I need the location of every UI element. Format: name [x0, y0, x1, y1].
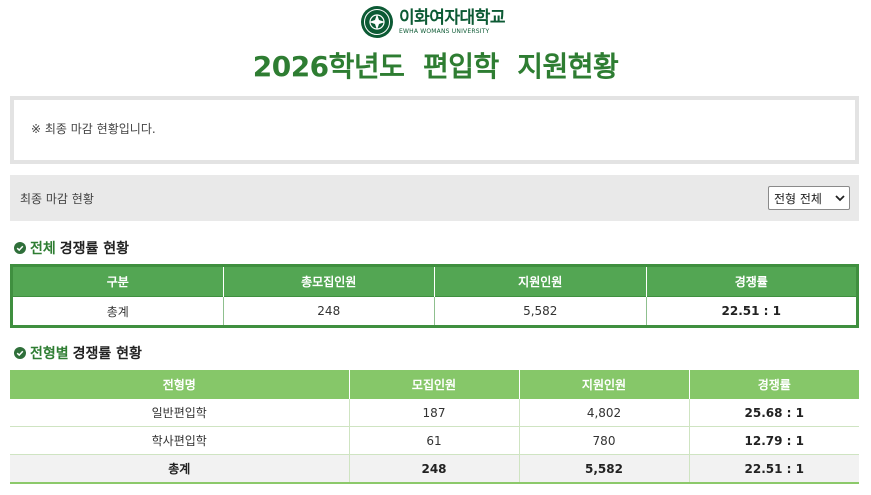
ratio-cell: 22.51 : 1	[646, 296, 858, 327]
table-row: 일반편입학 187 4,802 25.68 : 1	[10, 399, 859, 427]
page-title: 2026학년도 편입학 지원현황	[252, 50, 619, 83]
check-circle-icon	[14, 347, 26, 359]
applicants-cell: 5,582	[434, 296, 647, 327]
type-competition-table: 전형명 모집인원 지원인원 경쟁률 일반편입학 187 4,802 25.68 …	[10, 370, 859, 484]
ratio-cell: 25.68 : 1	[689, 399, 859, 427]
column-header: 모집인원	[349, 370, 520, 399]
total-quota-cell: 248	[349, 454, 520, 484]
university-logo[interactable]: 이화여자대학교 EWHA WOMANS UNIVERSITY	[360, 4, 505, 40]
chevron-down-icon	[835, 195, 845, 202]
applicants-cell: 4,802	[519, 399, 690, 427]
check-circle-icon	[14, 242, 26, 254]
quota-cell: 187	[349, 399, 520, 427]
column-header: 경쟁률	[646, 265, 858, 297]
overall-section-title: 전체 경쟁률 현황	[14, 238, 129, 258]
column-header: 구분	[11, 265, 224, 297]
select-value: 전형 전체	[774, 191, 822, 206]
column-header: 지원인원	[434, 265, 647, 297]
filter-bar: 최종 마감 현황 전형 전체	[10, 175, 859, 221]
table-header-row: 전형명 모집인원 지원인원 경쟁률	[10, 370, 859, 399]
total-name-cell: 총계	[10, 454, 350, 484]
overall-title-highlight: 전체	[30, 241, 56, 257]
logo-korean-text: 이화여자대학교	[399, 7, 505, 28]
type-section-title: 전형별 경쟁률 현황	[14, 343, 142, 363]
quota-cell: 61	[349, 426, 520, 455]
quota-cell: 248	[223, 296, 435, 327]
admission-type-select[interactable]: 전형 전체	[768, 186, 850, 210]
category-cell: 총계	[11, 296, 224, 327]
table-header-row: 구분 총모집인원 지원인원 경쟁률	[11, 265, 858, 297]
column-header: 전형명	[10, 370, 350, 399]
overall-title-rest: 경쟁률 현황	[59, 241, 130, 257]
type-title-highlight: 전형별	[30, 346, 69, 362]
type-title-rest: 경쟁률 현황	[72, 346, 142, 362]
ewha-emblem-icon	[361, 6, 393, 38]
ratio-cell: 12.79 : 1	[689, 426, 859, 455]
filter-label: 최종 마감 현황	[20, 191, 94, 206]
column-header: 지원인원	[519, 370, 690, 399]
table-row: 총계 248 5,582 22.51 : 1	[11, 296, 858, 327]
table-row: 학사편입학 61 780 12.79 : 1	[10, 426, 859, 455]
total-ratio-cell: 22.51 : 1	[689, 454, 859, 484]
column-header: 경쟁률	[689, 370, 859, 399]
column-header: 총모집인원	[223, 265, 435, 297]
type-name-cell: 일반편입학	[10, 399, 350, 427]
total-applicants-cell: 5,582	[519, 454, 690, 484]
overall-competition-table: 구분 총모집인원 지원인원 경쟁률 총계 248 5,582 22.51 : 1	[10, 264, 859, 328]
logo-english-text: EWHA WOMANS UNIVERSITY	[399, 27, 490, 35]
table-total-row: 총계 248 5,582 22.51 : 1	[10, 454, 859, 484]
applicants-cell: 780	[519, 426, 690, 455]
notice-box: ※ 최종 마감 현황입니다.	[10, 96, 859, 164]
type-name-cell: 학사편입학	[10, 426, 350, 455]
notice-text: ※ 최종 마감 현황입니다.	[31, 122, 156, 136]
